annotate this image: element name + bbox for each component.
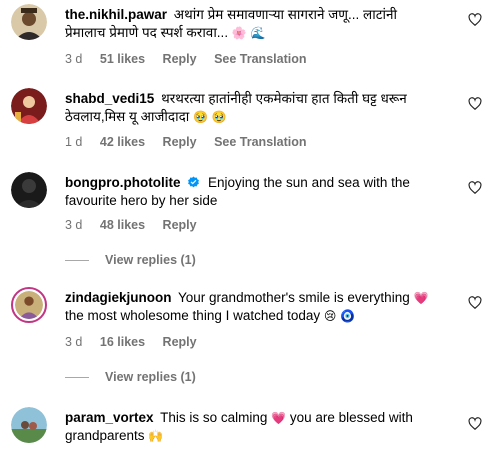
avatar[interactable] <box>11 172 47 208</box>
comment-time: 3 d <box>65 335 83 349</box>
avatar[interactable] <box>11 4 47 40</box>
comment-text: the most wholesome thing I watched today <box>65 308 321 323</box>
view-replies-label: View replies (1) <box>105 253 196 267</box>
avatar[interactable] <box>11 407 47 443</box>
comment-emoji: 🌸 🌊 <box>231 26 266 40</box>
replies-divider <box>65 260 89 262</box>
avatar[interactable] <box>11 88 47 124</box>
comment-username[interactable]: shabd_vedi15 <box>65 91 154 106</box>
comment-text: थरथरत्या हातांनीही एकमेकांचा हात किती घट… <box>161 91 407 106</box>
heart-outline-icon[interactable] <box>468 181 482 195</box>
heart-outline-icon[interactable] <box>468 417 482 431</box>
comments-feed: the.nikhil.pawar अथांग प्रेम समावणाऱ्या … <box>0 0 493 451</box>
comment-text: प्रेमालाच प्रेमाणे पद स्पर्श करावा... <box>65 25 229 40</box>
heart-outline-icon[interactable] <box>468 13 482 27</box>
comment-text: ठेवलाय,मिस यू आजीदादा <box>65 109 190 124</box>
comment-emoji: 💗 <box>271 411 287 425</box>
comment-emoji: 💗 <box>413 291 429 305</box>
comment-text: This is so calming <box>160 410 268 425</box>
comment-likes[interactable]: 48 likes <box>100 218 145 232</box>
replies-divider <box>65 377 89 379</box>
verified-badge-icon <box>188 176 200 188</box>
comment-time: 1 d <box>65 135 83 149</box>
reply-button[interactable]: Reply <box>163 52 197 66</box>
comment-emoji: 🙌 <box>148 429 164 443</box>
comment-text: grandparents <box>65 428 145 443</box>
comment-emoji: 🥹 🥹 <box>193 110 227 124</box>
heart-outline-icon[interactable] <box>468 296 482 310</box>
comment-likes[interactable]: 16 likes <box>100 335 145 349</box>
comment-text: अथांग प्रेम समावणाऱ्या सागराने जणू... ला… <box>173 7 398 22</box>
comment-time: 3 d <box>65 218 83 232</box>
see-translation-button[interactable]: See Translation <box>214 52 306 66</box>
comment-likes[interactable]: 42 likes <box>100 135 145 149</box>
comment-username[interactable]: zindagiekjunoon <box>65 290 172 305</box>
comment-username[interactable]: param_vortex <box>65 410 154 425</box>
reply-button[interactable]: Reply <box>163 135 197 149</box>
reply-button[interactable]: Reply <box>163 218 197 232</box>
comment-likes[interactable]: 51 likes <box>100 52 145 66</box>
comment-text: Enjoying the sun and sea with the <box>208 175 410 190</box>
comment-username[interactable]: the.nikhil.pawar <box>65 7 167 22</box>
reply-button[interactable]: Reply <box>163 335 197 349</box>
view-replies-label: View replies (1) <box>105 370 196 384</box>
comment-time: 3 d <box>65 52 83 66</box>
comment-username[interactable]: bongpro.photolite <box>65 175 180 190</box>
view-replies-button[interactable]: View replies (1) <box>65 253 196 267</box>
avatar-story-ring[interactable] <box>11 287 47 323</box>
comment-text: you are blessed with <box>289 410 413 425</box>
heart-outline-icon[interactable] <box>468 97 482 111</box>
view-replies-button[interactable]: View replies (1) <box>65 370 196 384</box>
comment-text: Your grandmother's smile is everything <box>178 290 410 305</box>
comment-emoji: 😢 🧿 <box>323 309 356 323</box>
see-translation-button[interactable]: See Translation <box>214 135 306 149</box>
comment-text: favourite hero by her side <box>65 193 218 208</box>
